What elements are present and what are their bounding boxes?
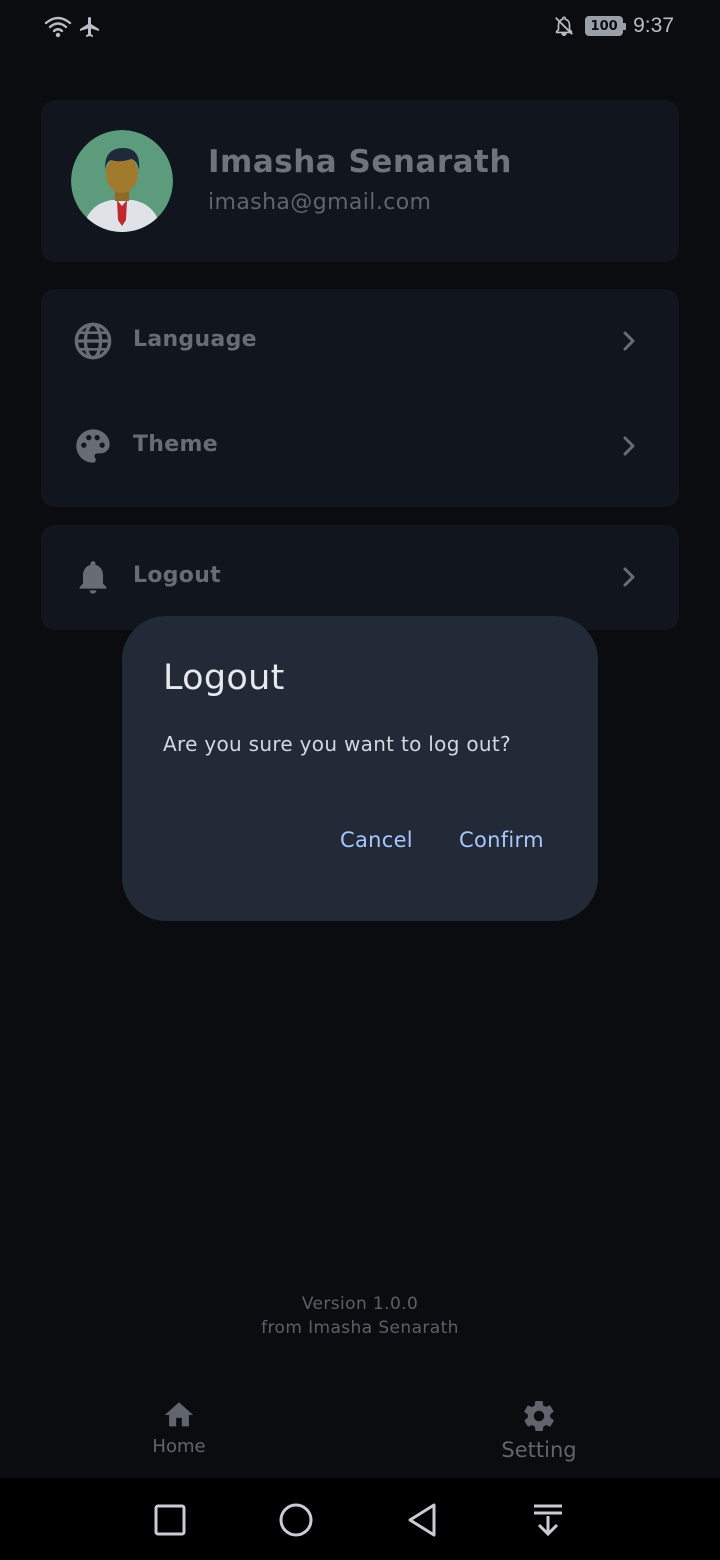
status-bar: 100 9:37 [0, 0, 720, 60]
dialog-title: Logout [163, 658, 285, 698]
bell-off-icon [555, 16, 574, 36]
app-version: Version 1.0.0 [301, 1294, 419, 1314]
status-time: 9:37 [633, 14, 674, 37]
bell-icon [79, 561, 107, 594]
nav-label: Setting [501, 1438, 577, 1462]
notification-pull-icon[interactable] [528, 1500, 568, 1540]
settings-card: Language Theme [41, 289, 679, 507]
profile-name: Imasha Senarath [208, 144, 512, 180]
logout-row[interactable]: Logout [41, 527, 679, 627]
gear-icon [524, 1401, 554, 1432]
avatar [71, 130, 173, 232]
battery-icon: 100 [585, 16, 627, 36]
profile-card: Imasha Senarath imasha@gmail.com [41, 100, 679, 262]
back-icon[interactable] [402, 1500, 442, 1540]
settings-item-theme[interactable]: Theme [41, 396, 679, 496]
status-icons-left [44, 14, 102, 40]
status-icons-right: 100 9:37 [553, 14, 674, 38]
logout-dialog: Logout Are you sure you want to log out?… [122, 616, 598, 921]
palette-icon [76, 429, 110, 463]
wifi-icon [44, 16, 72, 38]
settings-item-language[interactable]: Language [41, 291, 679, 391]
confirm-button[interactable]: Confirm [453, 824, 550, 856]
cancel-button[interactable]: Cancel [334, 824, 419, 856]
bottom-nav: Home Setting [0, 1378, 720, 1478]
chevron-right-icon [623, 567, 635, 587]
battery-level: 100 [587, 18, 622, 34]
home-button-icon[interactable] [276, 1500, 316, 1540]
system-nav-bar [0, 1478, 720, 1560]
dialog-message: Are you sure you want to log out? [163, 732, 511, 756]
recents-icon[interactable] [150, 1500, 190, 1540]
chevron-right-icon [623, 436, 635, 456]
settings-item-label: Theme [133, 432, 218, 457]
nav-label: Home [152, 1436, 206, 1457]
logout-card: Logout [41, 525, 679, 630]
logout-label: Logout [133, 563, 221, 588]
home-icon [164, 1402, 194, 1427]
chevron-right-icon [623, 331, 635, 351]
globe-icon [74, 322, 112, 360]
nav-setting[interactable]: Setting [439, 1398, 639, 1462]
nav-home[interactable]: Home [79, 1398, 279, 1457]
settings-item-label: Language [133, 327, 257, 352]
app-author: from Imasha Senarath [261, 1318, 459, 1338]
airplane-icon [80, 17, 99, 37]
profile-email: imasha@gmail.com [208, 190, 432, 215]
